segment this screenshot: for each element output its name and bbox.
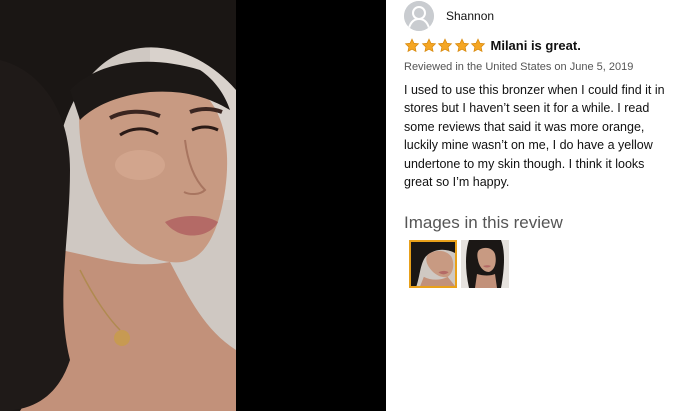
review-photo (0, 0, 236, 411)
avatar[interactable] (404, 1, 434, 31)
image-thumbnails (409, 240, 509, 288)
star-icon (421, 38, 436, 53)
star-icon (404, 38, 420, 53)
star-rating[interactable] (404, 38, 487, 53)
review-image-thumbnail[interactable] (409, 240, 457, 288)
review-photo-viewer (0, 0, 386, 411)
star-icon (470, 38, 486, 53)
review-card: Shannon Milani is great. Reviewed in the… (386, 0, 677, 411)
star-icon (437, 38, 453, 53)
review-image-thumbnail[interactable] (461, 240, 509, 288)
review-photo-1 (411, 242, 455, 286)
review-body: I used to use this bronzer when I could … (404, 83, 665, 190)
images-section-heading: Images in this review (404, 213, 563, 232)
rating-row: Milani is great. (404, 38, 581, 53)
star-icon (454, 38, 469, 53)
review-date: Reviewed in the United States on June 5,… (404, 61, 634, 73)
review-photo-2 (461, 240, 509, 288)
default-avatar-icon (404, 1, 434, 31)
reviewer-profile[interactable]: Shannon (404, 1, 494, 31)
reviewer-name[interactable]: Shannon (446, 9, 494, 23)
review-title[interactable]: Milani is great. (491, 38, 581, 53)
